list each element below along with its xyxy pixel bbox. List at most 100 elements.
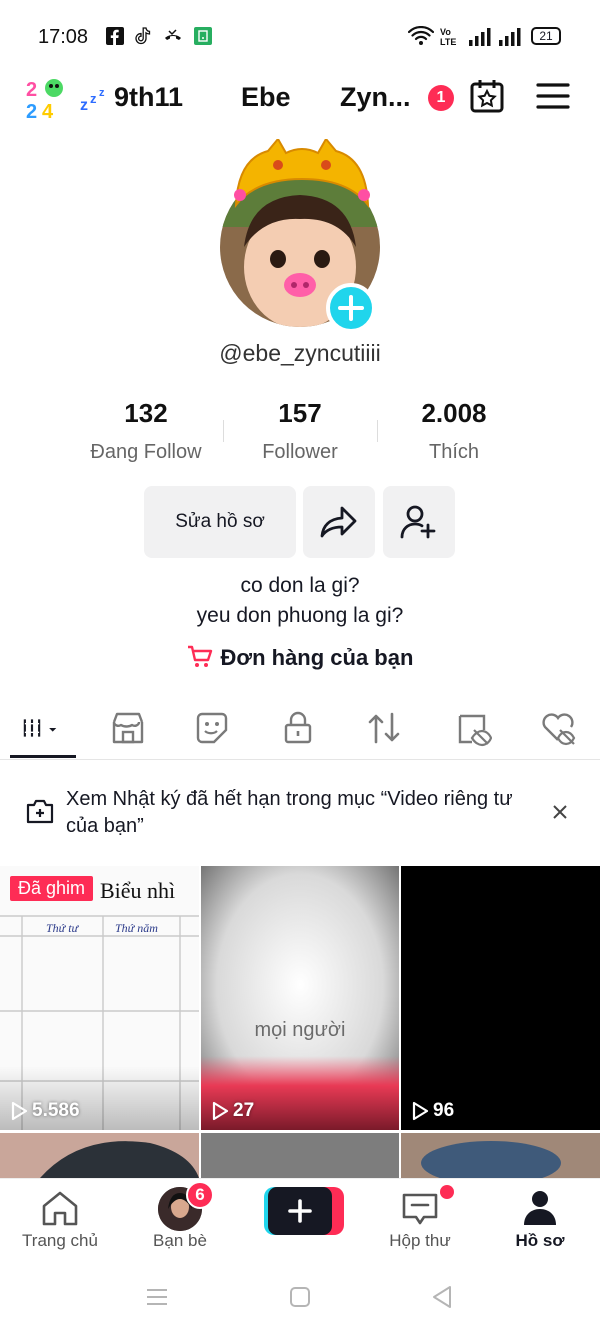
year-2024-logo-icon[interactable]: 2 2 4 (26, 76, 66, 120)
menu-icon[interactable] (536, 82, 570, 110)
home-icon (42, 1191, 78, 1226)
tab-liked-hidden-icon[interactable] (538, 708, 578, 748)
video-views-count: 5.586 (32, 1100, 80, 1121)
stat-likes[interactable]: 2.008 Thích (374, 398, 534, 464)
svg-text:2: 2 (26, 101, 37, 120)
battery-indicator: 21 (531, 27, 561, 45)
nav-friends[interactable]: 6 Bạn bè (120, 1179, 240, 1269)
stat-likes-value: 2.008 (421, 398, 487, 428)
nav-profile[interactable]: Hồ sơ (480, 1179, 600, 1269)
video-thumbnail-pinned[interactable]: Thứ tư Thứ năm Biểu nhì Đã ghim 5.586 (0, 866, 199, 1130)
create-button (268, 1187, 332, 1235)
schedule-col-wed: Thứ tư (46, 921, 80, 935)
status-time: 17:08 (38, 26, 89, 48)
signal-2-icon (499, 28, 521, 46)
svg-text:Vo: Vo (440, 27, 451, 37)
wifi-icon (408, 26, 434, 45)
play-icon (11, 1101, 28, 1121)
bio-line-2: yeu don phuong la gi? (196, 604, 404, 627)
video-thumbnail[interactable] (201, 1133, 399, 1178)
orders-label: Đơn hàng của bạn (220, 645, 414, 670)
nav-home-label: Trang chủ (22, 1231, 98, 1250)
nav-profile-label: Hồ sơ (515, 1231, 565, 1250)
bio-line-1: co don la gi? (240, 574, 360, 597)
add-avatar-button[interactable] (326, 283, 376, 333)
close-icon[interactable] (552, 804, 568, 820)
account-tab-9th11[interactable]: 9th11 (114, 82, 183, 113)
shopping-cart-icon (187, 645, 212, 667)
profile-header: 2 2 4 z z z 9th11 Ebe Zyn... 1 (0, 72, 600, 124)
stat-likes-label: Thích (428, 441, 480, 463)
facebook-icon (106, 27, 124, 45)
tab-stickers-icon[interactable] (192, 708, 232, 748)
svg-text:4: 4 (42, 101, 54, 120)
share-profile-button[interactable] (303, 486, 375, 558)
missed-call-icon (165, 29, 181, 40)
calendar-star-icon[interactable] (469, 78, 505, 114)
tab-shop-icon[interactable] (108, 708, 148, 748)
friends-badge: 6 (186, 1181, 214, 1209)
status-bar: 17:08 Vo LTE 21 (0, 0, 600, 72)
blurred-text-image: mọi người (201, 866, 399, 1130)
home-square-icon[interactable] (289, 1286, 311, 1308)
content-tabs (0, 700, 600, 760)
add-user-icon (400, 505, 436, 539)
system-navigation-bar (0, 1268, 600, 1333)
nav-inbox-label: Hộp thư (389, 1231, 451, 1250)
expired-diary-notice[interactable]: Xem Nhật ký đã hết hạn trong mục “Video … (0, 770, 600, 858)
edit-profile-button[interactable]: Sửa hồ sơ (144, 486, 296, 558)
tab-repost-icon[interactable] (364, 708, 404, 748)
profile-page: 17:08 Vo LTE 21 2 2 4 z z z 9th11 Ebe Zyn… (0, 0, 600, 1333)
video-preview-image (40, 1141, 199, 1178)
tab-favorites-icon[interactable] (452, 708, 492, 748)
account-tab-ebe[interactable]: Ebe (241, 82, 291, 113)
svg-text:2: 2 (26, 79, 37, 101)
nav-inbox[interactable]: Hộp thư (360, 1179, 480, 1269)
tiktok-icon (135, 27, 151, 45)
nav-home[interactable]: Trang chủ (0, 1179, 120, 1269)
pinned-badge: Đã ghim (10, 876, 94, 901)
battery-level: 21 (539, 29, 553, 43)
video-thumbnail[interactable]: 96 (401, 866, 600, 1130)
stat-following-value: 132 (124, 398, 168, 428)
video-thumbnail[interactable]: mọi người 27 (201, 866, 399, 1130)
video-thumbnail[interactable] (0, 1133, 199, 1178)
tab-videos-grid-icon[interactable] (22, 708, 62, 748)
play-icon (412, 1101, 429, 1121)
video-views-count: 96 (433, 1100, 455, 1121)
play-icon (212, 1101, 229, 1121)
stat-followers[interactable]: 157 Follower (220, 398, 380, 464)
notification-badge: 1 (428, 85, 454, 111)
notice-text: Xem Nhật ký đã hết hạn trong mục “Video … (66, 788, 513, 837)
schedule-table-image: Thứ tư Thứ năm Biểu nhì (0, 866, 199, 1130)
add-friend-button[interactable] (383, 486, 455, 558)
active-tab-indicator (10, 755, 76, 758)
schedule-title: Biểu nhì (100, 878, 175, 903)
profile-username: @ebe_zyncutiiii (219, 340, 381, 366)
camera-plus-icon (26, 799, 54, 824)
svg-text:LTE: LTE (440, 37, 456, 47)
tab-private-lock-icon[interactable] (278, 708, 318, 748)
profile-icon (524, 1191, 556, 1225)
plus-icon (338, 295, 364, 321)
stat-following-label: Đang Follow (90, 441, 202, 463)
inbox-unread-dot (440, 1185, 454, 1199)
video-views: 96 (411, 1100, 454, 1122)
nav-create[interactable] (240, 1179, 360, 1269)
schedule-col-thu: Thứ năm (115, 921, 158, 935)
inbox-icon (402, 1193, 438, 1225)
account-tab-zyn[interactable]: Zyn... (340, 82, 411, 113)
video-views: 27 (211, 1100, 254, 1122)
nav-friends-label: Bạn bè (153, 1231, 207, 1250)
signal-icon (469, 28, 491, 46)
stat-followers-value: 157 (278, 398, 322, 428)
recent-apps-icon[interactable] (146, 1286, 168, 1308)
svg-text:z: z (90, 91, 97, 106)
orders-link[interactable]: Đơn hàng của bạn (0, 645, 600, 671)
back-triangle-icon[interactable] (430, 1285, 454, 1309)
edit-profile-label: Sửa hồ sơ (175, 511, 265, 532)
stat-following[interactable]: 132 Đang Follow (66, 398, 226, 464)
app-notification-icon (194, 27, 212, 45)
video-thumbnail[interactable] (401, 1133, 600, 1178)
sleep-zzz-icon: z z z (80, 87, 105, 112)
